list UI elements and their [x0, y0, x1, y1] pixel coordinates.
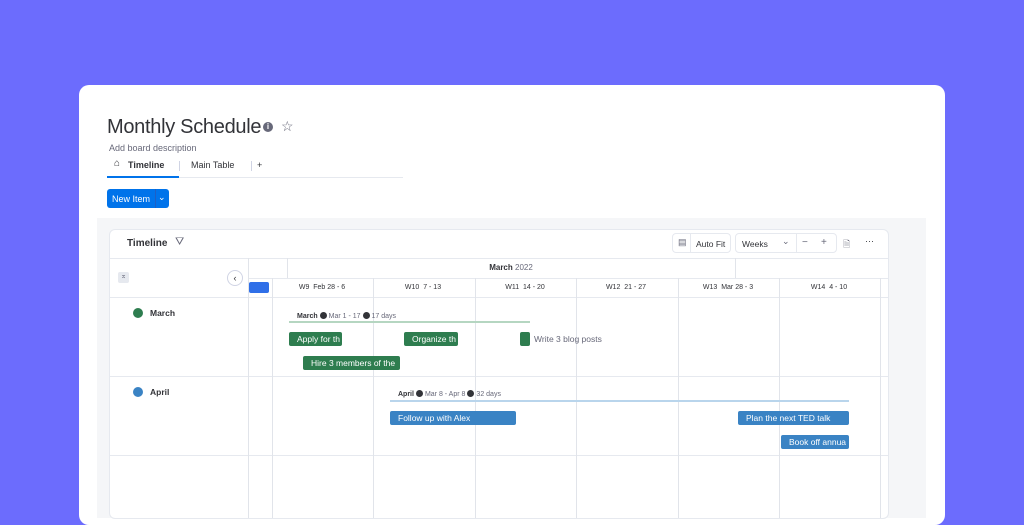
divider: [779, 278, 780, 518]
timeline-title: Timeline: [127, 238, 168, 249]
timeline-item[interactable]: Plan the next TED talk: [738, 411, 849, 425]
week-header: W14 4 - 10: [810, 284, 848, 291]
divider: [110, 297, 888, 298]
scale-select[interactable]: Weeks ⌄ − +: [735, 233, 837, 253]
group-label-march[interactable]: March: [150, 308, 175, 318]
group-color-dot: [133, 308, 143, 318]
group-span-line: [390, 400, 849, 402]
auto-fit-label: Auto Fit: [696, 239, 726, 249]
group-label-april[interactable]: April: [150, 387, 169, 397]
timeline-item[interactable]: [520, 332, 530, 346]
divider: [248, 278, 888, 279]
board-description[interactable]: Add board description: [109, 143, 197, 153]
divider: [576, 278, 577, 518]
divider: [678, 278, 679, 518]
export-icon[interactable]: 🗎: [843, 237, 850, 253]
week-header: W9 Feb 28 - 6: [298, 284, 346, 291]
chevron-down-icon: ⌄: [782, 236, 790, 246]
zoom-in-button[interactable]: +: [821, 237, 827, 248]
timeline-item[interactable]: Book off annua: [781, 435, 849, 449]
more-menu-button[interactable]: ···: [865, 236, 874, 246]
tab-timeline[interactable]: Timeline: [128, 160, 164, 170]
week-header: W13 Mar 28 - 3: [702, 284, 754, 291]
divider: [796, 234, 797, 252]
divider: [179, 161, 180, 171]
divider: [880, 278, 881, 518]
divider: [735, 258, 736, 278]
timeline-item[interactable]: Follow up with Alex: [390, 411, 516, 425]
divider: [155, 189, 156, 208]
filter-icon[interactable]: ⛛: [175, 236, 184, 249]
month-label: March: [489, 263, 513, 272]
info-icon[interactable]: i: [263, 122, 273, 132]
timeline-item[interactable]: Hire 3 members of the: [303, 356, 400, 370]
year-label: 2022: [515, 263, 533, 272]
group-span-line: [289, 321, 530, 323]
divider: [110, 376, 888, 377]
divider: [248, 258, 249, 518]
scale-value: Weeks: [742, 239, 768, 249]
timeline-item[interactable]: Apply for th: [289, 332, 342, 346]
active-tab-indicator: [107, 176, 179, 178]
divider: [475, 278, 476, 518]
board-title[interactable]: Monthly Schedule: [107, 116, 261, 139]
week-header: W10 7 - 13: [404, 284, 442, 291]
calendar-icon: ▤: [678, 237, 687, 247]
today-marker[interactable]: [249, 282, 269, 293]
divider: [110, 258, 888, 259]
star-icon[interactable]: ☆: [281, 118, 294, 135]
auto-fit-button[interactable]: ▤ Auto Fit: [672, 233, 731, 253]
divider: [690, 234, 691, 252]
week-header: W12 21 - 27: [605, 284, 647, 291]
divider: [110, 455, 888, 456]
timeline-panel: [109, 229, 889, 519]
divider: [272, 278, 273, 518]
timeline-item[interactable]: Organize th: [404, 332, 458, 346]
add-view-button[interactable]: +: [257, 160, 262, 170]
view-tabs: ⌂ Timeline Main Table +: [107, 156, 403, 178]
new-item-label: New Item: [112, 194, 151, 204]
zoom-out-button[interactable]: −: [802, 237, 808, 248]
month-header: March 2022: [287, 263, 735, 272]
chevron-left-icon[interactable]: ‹: [227, 270, 243, 286]
chevron-down-icon[interactable]: ⌄: [158, 192, 166, 203]
group-color-dot: [133, 387, 143, 397]
tab-main-table[interactable]: Main Table: [191, 160, 234, 170]
new-item-button[interactable]: New Item ⌄: [107, 189, 169, 208]
timeline-item-label: Write 3 blog posts: [534, 334, 602, 344]
divider: [251, 161, 252, 171]
group-summary: April Mar 8 - Apr 8 32 days: [398, 390, 501, 398]
collapse-all-icon[interactable]: ⌅: [118, 272, 129, 283]
week-header: W11 14 - 20: [505, 284, 545, 291]
home-icon: ⌂: [114, 158, 121, 169]
group-summary: March Mar 1 - 17 17 days: [297, 312, 397, 320]
